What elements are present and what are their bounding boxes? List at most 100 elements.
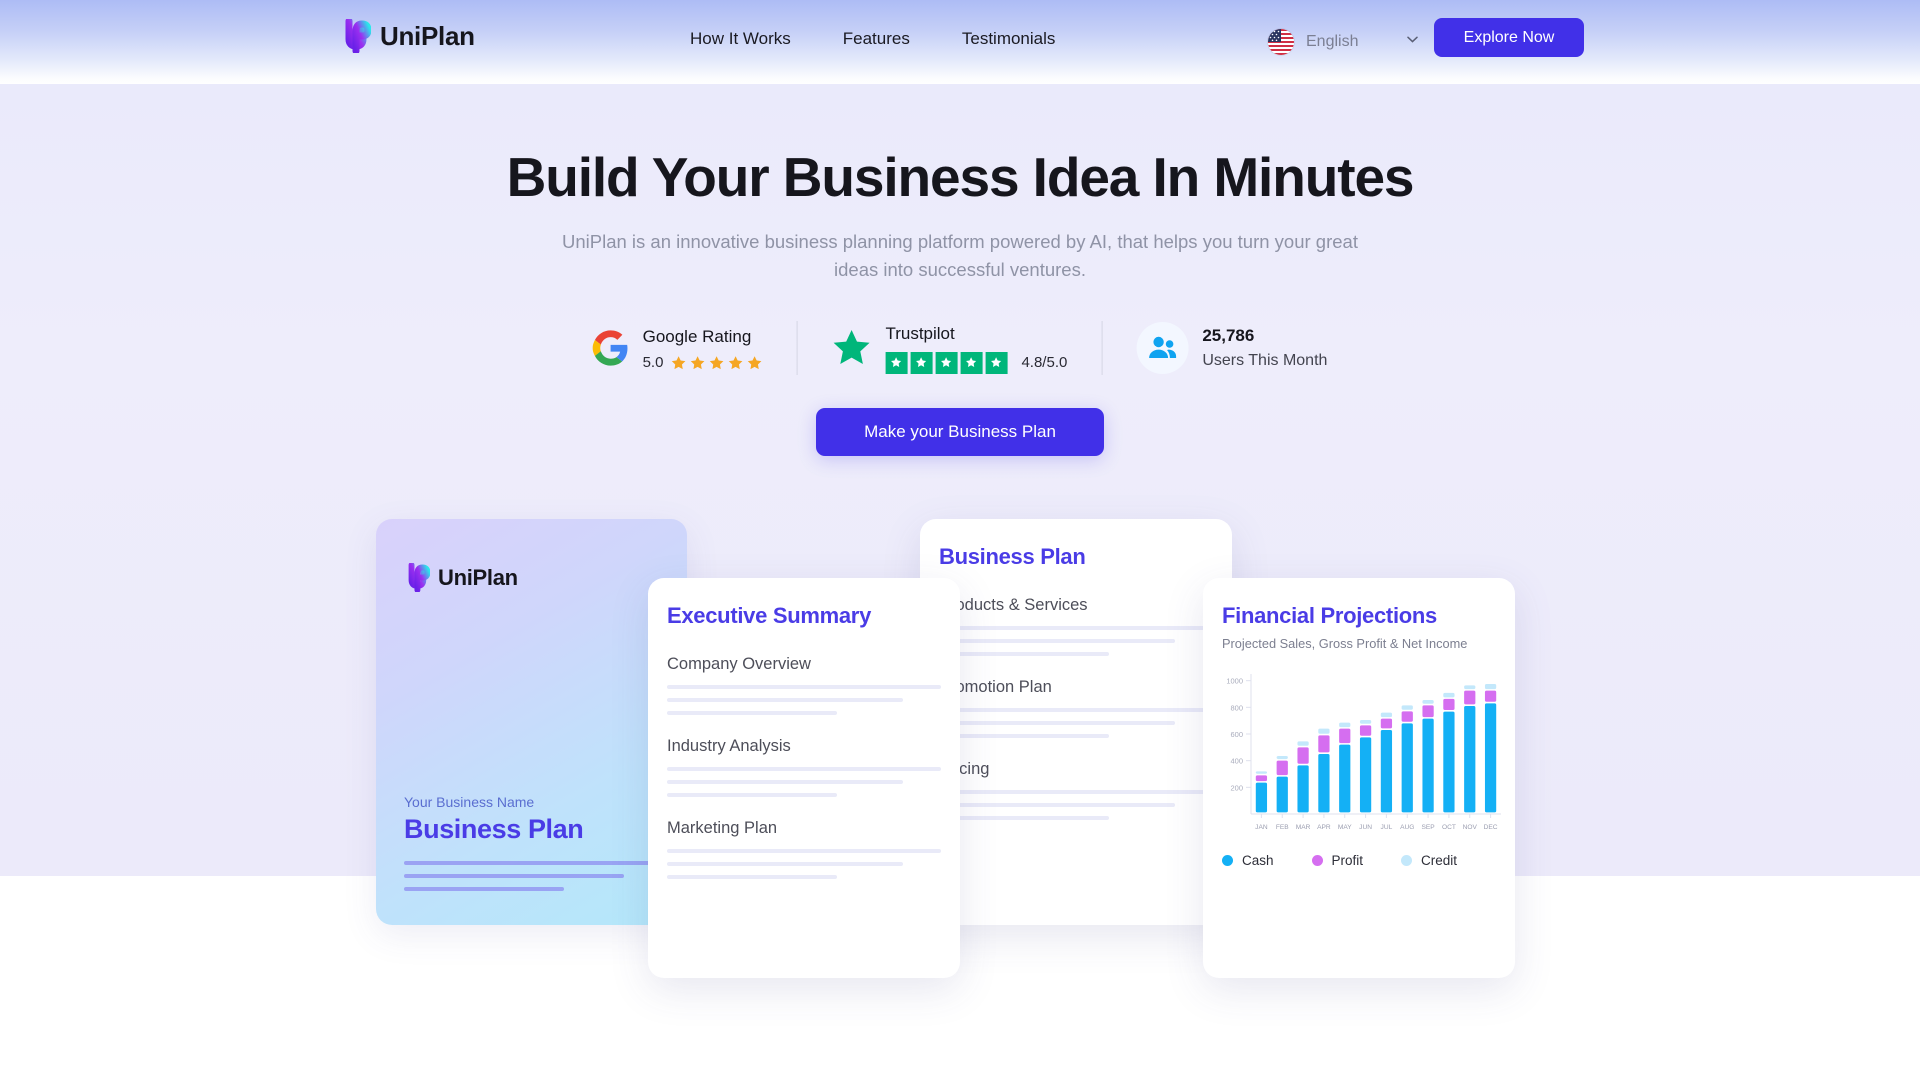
placeholder-line [667,793,837,797]
legend-label: Cash [1242,853,1274,868]
card-cover[interactable]: UniPlan Your Business Name Business Plan [376,519,687,925]
bar-segment-profit [1422,705,1434,718]
placeholder-line [667,698,903,702]
section-pricing: Pricing [939,760,1213,829]
svg-text:OCT: OCT [1442,824,1456,831]
placeholder-line [939,708,1213,712]
bar-segment-cash [1297,765,1309,813]
legend-item-profit: Profit [1311,853,1364,868]
svg-text:800: 800 [1230,703,1243,712]
svg-text:JUL: JUL [1381,824,1393,831]
bar-segment-credit [1484,684,1497,690]
placeholder-line [939,639,1175,643]
executive-summary-title: Executive Summary [667,603,872,628]
svg-text:AUG: AUG [1400,824,1414,831]
uniplan-logo-icon [408,563,430,592]
section-company-overview: Company Overview [667,655,941,724]
bar-segment-credit [1339,722,1351,728]
chart-canvas: 200 400 600 800 1000 JAN FEB MAR APR MAY JUN JUL AUG… [1226,674,1501,831]
legend-dot [1311,855,1323,866]
bar-segment-profit [1464,690,1476,705]
placeholder-line [939,734,1109,738]
section-label: Industry Analysis [667,737,791,755]
uniplan-logo-icon [345,19,371,53]
nav-item-features[interactable]: Features [843,29,910,49]
card-executive-summary[interactable]: Executive Summary Company Overview Indus… [648,578,960,978]
bar-segment-cash [1443,711,1455,813]
legend-dot [1401,855,1413,866]
placeholder-line [939,816,1109,820]
chevron-down-icon[interactable] [1407,36,1418,43]
nav-item-testimonials[interactable]: Testimonials [962,29,1056,49]
bar-segment-credit [1422,700,1434,704]
section-marketing-plan: Marketing Plan [667,819,941,888]
cover-brand: UniPlan [404,563,518,592]
bar-segment-profit [1297,747,1309,764]
bar-segment-cash [1422,718,1434,813]
svg-text:DEC: DEC [1484,824,1498,831]
section-label: Pricing [939,760,990,778]
bar-segment-cash [1318,754,1330,813]
brand-name: UniPlan [380,20,475,51]
svg-text:400: 400 [1230,757,1243,766]
financial-bar-chart: 200 400 600 800 1000 JAN FEB MAR APR MAY JUN JUL AUG… [1211,666,1507,844]
bar-segment-profit [1318,735,1330,753]
page-root: UniPlan How It Works Features Testimonia… [0,0,1920,1080]
financial-projections-subtitle: Projected Sales, Gross Profit & Net Inco… [1222,636,1468,651]
placeholder-line [667,849,941,853]
bar-segment-credit [1276,756,1288,760]
svg-text:NOV: NOV [1463,824,1478,831]
cover-eyebrow: Your Business Name [404,794,535,810]
section-label: Marketing Plan [667,819,778,837]
section-label: Promotion Plan [939,678,1052,696]
bar-segment-profit [1380,718,1393,729]
placeholder-line [667,875,837,879]
legend-dot [1222,855,1233,866]
bar-segment-profit [1276,760,1288,776]
explore-now-button[interactable]: Explore Now [1434,18,1584,57]
bar-segment-credit [1255,771,1268,774]
business-plan-title: Business Plan [939,544,1086,569]
bar-segment-cash [1255,782,1268,813]
placeholder-line [667,767,941,771]
placeholder-line [667,685,941,689]
language-selector[interactable]: English [1268,22,1418,62]
bar-segment-profit [1339,728,1351,744]
svg-text:600: 600 [1230,730,1243,739]
section-promotion-plan: Promotion Plan [939,678,1213,747]
placeholder-line [939,626,1213,630]
bar-segment-cash [1380,730,1393,813]
bar-segment-credit [1359,720,1372,724]
bar-segment-credit [1401,705,1413,710]
bar-segment-credit [1443,692,1455,698]
legend-label: Credit [1421,853,1458,868]
bar-segment-profit [1401,711,1413,722]
placeholder-line [667,862,903,866]
svg-text:MAR: MAR [1296,824,1311,831]
bar-segment-cash [1359,737,1372,813]
us-flag-icon [1268,29,1294,55]
section-products-services: Products & Services [939,596,1213,665]
bar-segment-credit [1318,728,1330,734]
cover-title: Business Plan [404,814,584,844]
chart-legend: Cash Profit Credit [1222,853,1457,868]
language-label: English [1306,33,1359,50]
card-business-plan[interactable]: Business Plan Products & Services Promot… [920,519,1232,925]
svg-text:FEB: FEB [1276,824,1289,831]
card-financial-projections[interactable]: Financial Projections Projected Sales, G… [1203,578,1515,978]
bar-segment-cash [1401,723,1413,813]
section-label: Products & Services [939,596,1088,614]
bar-segment-cash [1339,744,1351,813]
bar-segment-cash [1276,776,1288,813]
svg-text:APR: APR [1317,824,1331,831]
svg-text:JUN: JUN [1359,824,1372,831]
bar-segment-profit [1484,690,1497,702]
bar-segment-credit [1380,712,1393,718]
section-industry-analysis: Industry Analysis [667,737,941,806]
bar-segment-profit [1359,725,1372,736]
svg-text:1000: 1000 [1226,677,1243,686]
legend-label: Profit [1331,853,1364,868]
nav-item-how-it-works[interactable]: How It Works [690,29,791,49]
brand-logo-group[interactable]: UniPlan [340,19,475,53]
bar-segment-profit [1443,698,1455,710]
